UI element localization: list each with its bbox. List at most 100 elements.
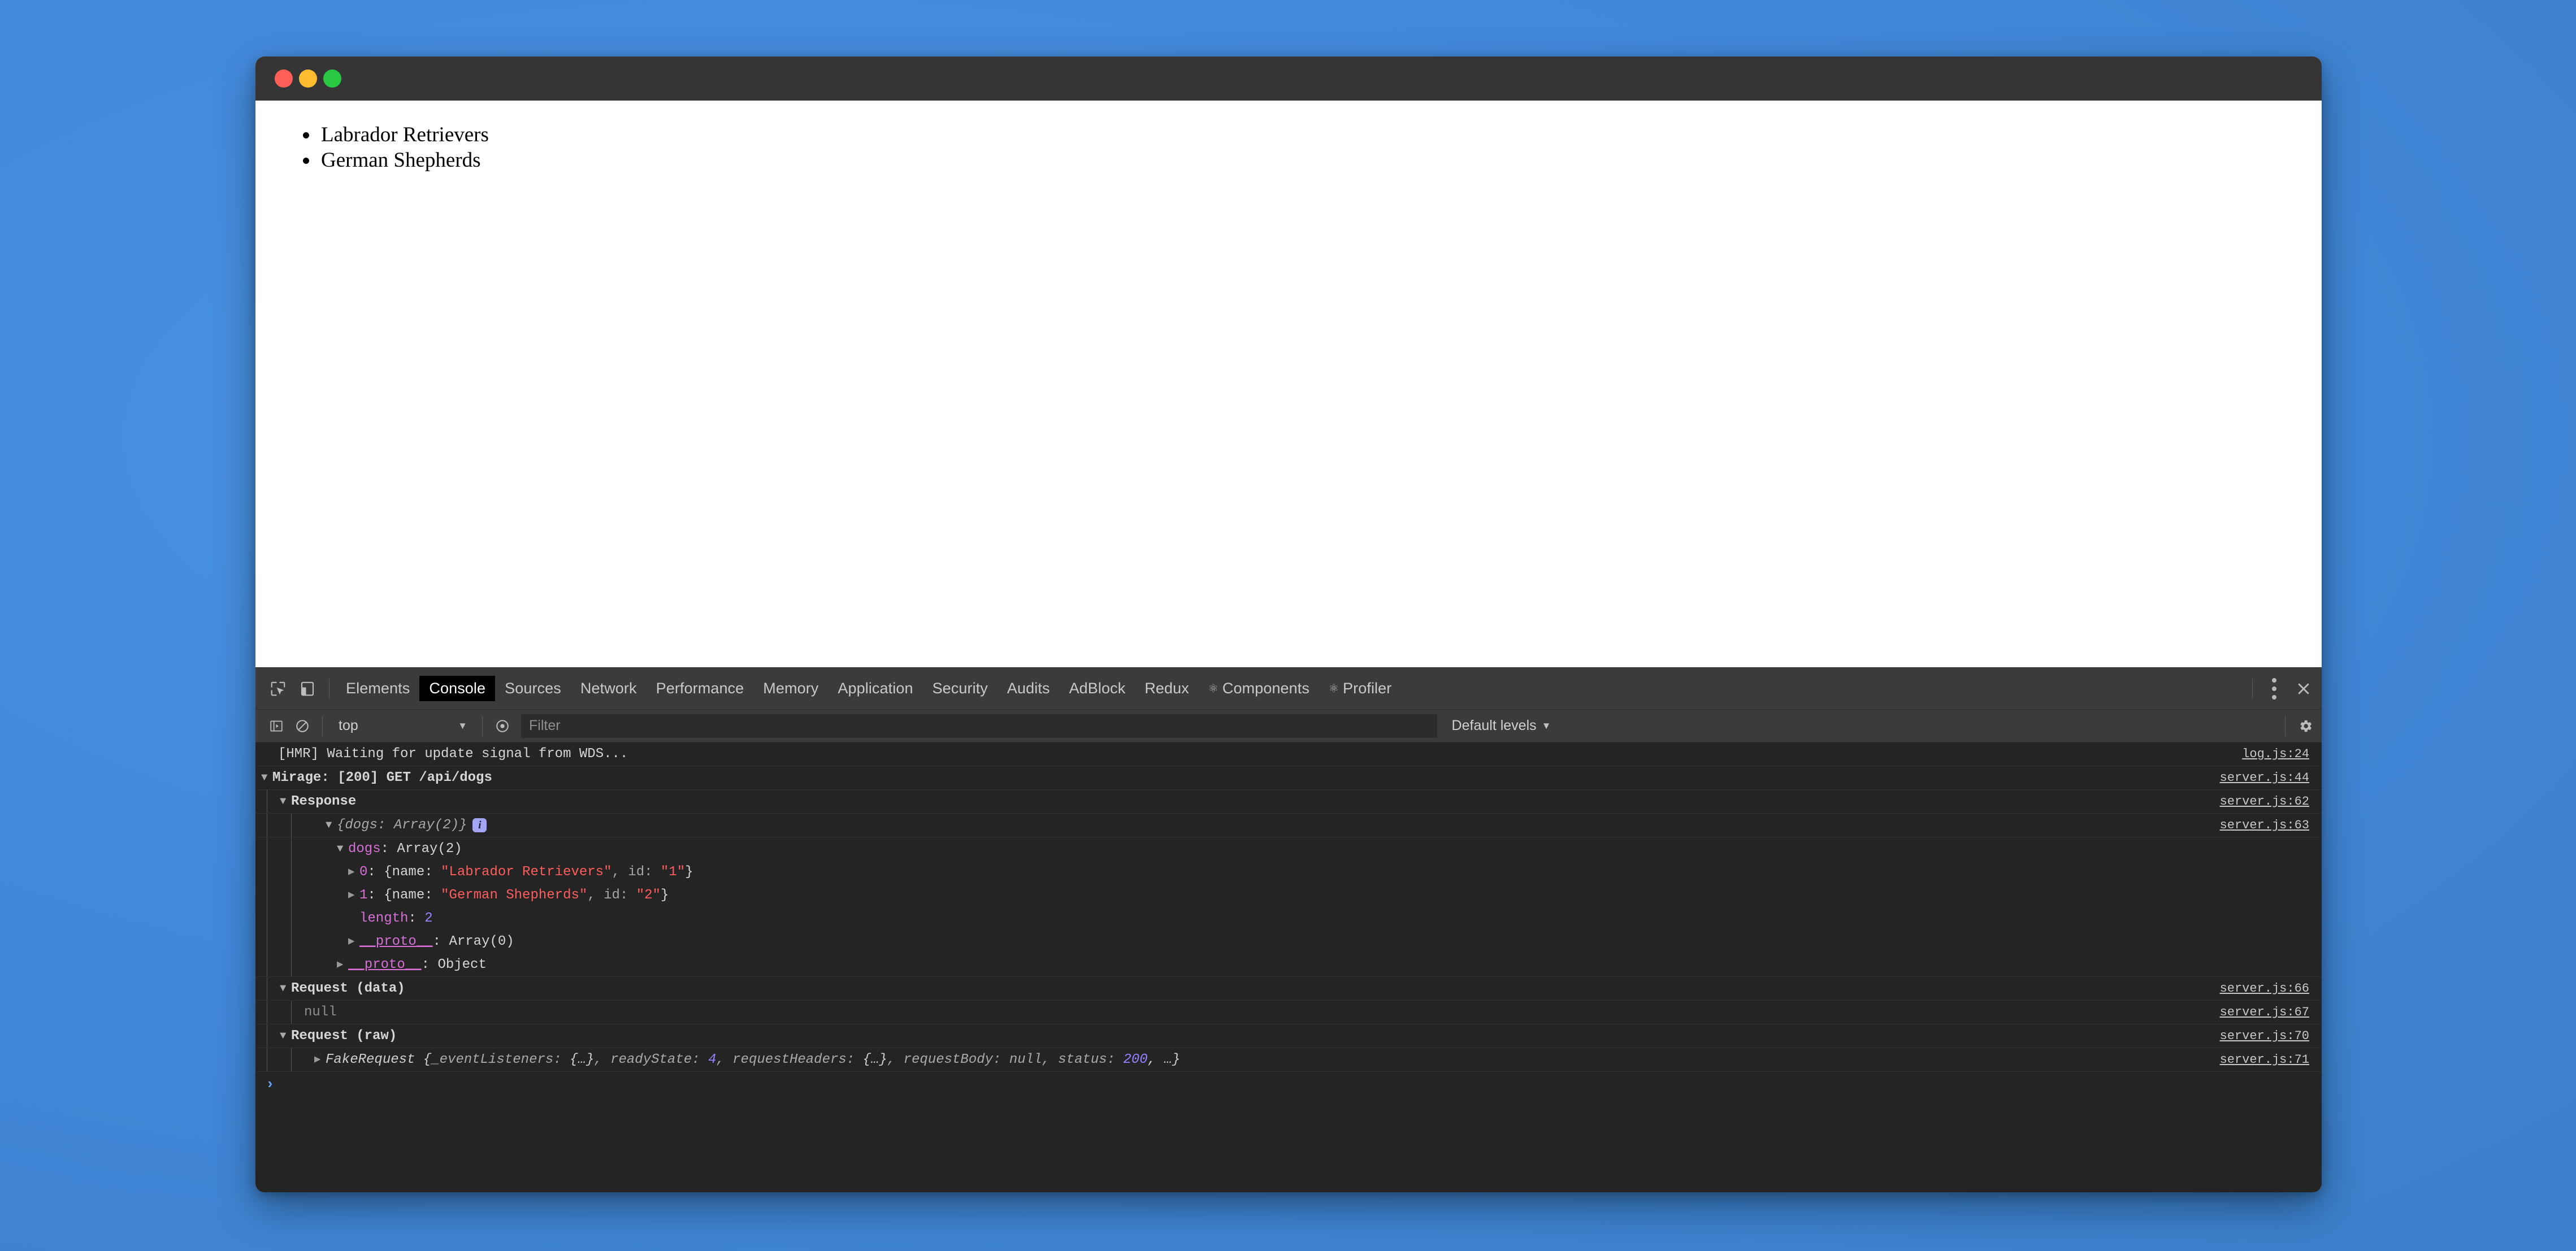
disclosure-triangle-icon[interactable]: ▼ xyxy=(280,790,291,813)
preview-ellipsis: , …} xyxy=(1147,1052,1181,1067)
prop-request-headers: , requestHeaders: xyxy=(716,1052,863,1067)
group-indent-guide xyxy=(291,1048,292,1071)
info-badge-icon[interactable]: i xyxy=(472,818,487,832)
tab-label: Network xyxy=(580,680,637,697)
chevron-down-icon: ▼ xyxy=(458,720,467,731)
browser-window: Labrador Retrievers German Shepherds Ele… xyxy=(255,57,2322,1192)
log-row-response-object[interactable]: ▼ {dogs: Array(2)} i server.js:63 xyxy=(255,814,2322,837)
log-message: Mirage: [200] GET /api/dogs xyxy=(272,770,492,785)
log-row-group-request-data[interactable]: ▼ Request (data) server.js:66 xyxy=(255,976,2322,1001)
log-row-request-data-value[interactable]: null server.js:67 xyxy=(255,1001,2322,1024)
disclosure-triangle-icon[interactable]: ▼ xyxy=(337,837,348,861)
minimize-window-button[interactable] xyxy=(299,70,317,88)
value-status: 200 xyxy=(1123,1052,1148,1067)
group-indent-guide xyxy=(291,953,292,976)
group-indent-guide xyxy=(291,884,292,907)
tab-network[interactable]: Network xyxy=(571,676,647,701)
source-link[interactable]: server.js:44 xyxy=(2220,766,2309,789)
source-link[interactable]: server.js:66 xyxy=(2220,977,2309,1000)
tab-redux[interactable]: Redux xyxy=(1135,676,1199,701)
log-row-array-proto[interactable]: ▶ __proto__ : Array(0) xyxy=(255,930,2322,953)
log-levels-select[interactable]: Default levels ▼ xyxy=(1443,718,1560,734)
source-link[interactable]: log.js:24 xyxy=(2242,742,2309,766)
device-toolbar-icon[interactable] xyxy=(293,674,322,703)
source-link[interactable]: server.js:71 xyxy=(2220,1048,2309,1071)
console-sidebar-icon[interactable] xyxy=(263,713,289,739)
tab-performance[interactable]: Performance xyxy=(647,676,754,701)
chevron-down-icon: ▼ xyxy=(1541,720,1551,731)
log-message: Request (raw) xyxy=(291,1028,397,1044)
console-filter-input[interactable] xyxy=(521,714,1437,738)
execution-context-select[interactable]: top ▼ xyxy=(329,713,475,739)
console-log-area[interactable]: [HMR] Waiting for update signal from WDS… xyxy=(255,742,2322,1192)
tab-console[interactable]: Console xyxy=(419,676,496,701)
tab-security[interactable]: Security xyxy=(923,676,998,701)
log-row-group-mirage[interactable]: ▼ Mirage: [200] GET /api/dogs server.js:… xyxy=(255,766,2322,790)
source-link[interactable]: server.js:67 xyxy=(2220,1001,2309,1024)
tab-application[interactable]: Application xyxy=(828,676,922,701)
log-row-dog-0[interactable]: ▶ 0 : {name: "Labrador Retrievers" , id:… xyxy=(255,861,2322,884)
log-row-object-proto[interactable]: ▶ __proto__ : Object xyxy=(255,953,2322,976)
disclosure-triangle-icon[interactable]: ▶ xyxy=(348,884,359,907)
prop-status: , status: xyxy=(1042,1052,1124,1067)
toolbar-divider xyxy=(2252,678,2253,699)
source-link[interactable]: server.js:63 xyxy=(2220,814,2309,837)
inspect-element-icon[interactable] xyxy=(263,674,293,703)
disclosure-triangle-icon[interactable]: ▼ xyxy=(326,814,337,837)
source-link[interactable]: server.js:62 xyxy=(2220,790,2309,813)
tab-adblock[interactable]: AdBlock xyxy=(1060,676,1135,701)
prompt-chevron-icon: › xyxy=(266,1076,275,1093)
log-row-length[interactable]: length : 2 xyxy=(255,907,2322,930)
value-ready-state: 4 xyxy=(708,1052,717,1067)
more-options-icon[interactable] xyxy=(2260,674,2289,703)
console-toolbar: top ▼ Default levels ▼ xyxy=(255,710,2322,742)
log-row-group-response[interactable]: ▼ Response server.js:62 xyxy=(255,790,2322,814)
log-row-fake-request[interactable]: ▶ FakeRequest { _eventListeners: {…} , r… xyxy=(255,1048,2322,1072)
tab-sources[interactable]: Sources xyxy=(495,676,571,701)
tab-label: Security xyxy=(932,680,988,697)
object-value: 2 xyxy=(424,911,433,926)
object-value: Array(0) xyxy=(449,934,514,949)
live-expression-icon[interactable] xyxy=(489,713,515,739)
tab-components[interactable]: ⚛ Components xyxy=(1199,676,1319,701)
array-index: 1 xyxy=(359,888,368,903)
disclosure-triangle-icon[interactable]: ▼ xyxy=(280,977,291,1000)
log-row-dogs-array[interactable]: ▼ dogs : Array(2) xyxy=(255,837,2322,861)
disclosure-triangle-icon[interactable]: ▶ xyxy=(314,1048,326,1071)
log-row[interactable]: [HMR] Waiting for update signal from WDS… xyxy=(255,742,2322,766)
group-indent-guide xyxy=(291,861,292,884)
disclosure-triangle-icon[interactable]: ▼ xyxy=(280,1024,291,1048)
prop-request-body: , requestBody: xyxy=(887,1052,1009,1067)
tab-memory[interactable]: Memory xyxy=(753,676,828,701)
log-row-dog-1[interactable]: ▶ 1 : {name: "German Shepherds" , id: "2… xyxy=(255,884,2322,907)
disclosure-triangle-icon[interactable]: ▼ xyxy=(261,766,272,789)
object-preview: {dogs: Array(2)} xyxy=(337,818,467,833)
tab-label: Performance xyxy=(656,680,744,697)
zoom-window-button[interactable] xyxy=(323,70,341,88)
tab-profiler[interactable]: ⚛ Profiler xyxy=(1319,676,1401,701)
disclosure-triangle-icon[interactable]: ▶ xyxy=(337,953,348,976)
close-devtools-icon[interactable] xyxy=(2289,674,2318,703)
log-message: Response xyxy=(291,794,357,809)
tab-audits[interactable]: Audits xyxy=(998,676,1060,701)
object-value: Array(2) xyxy=(397,841,462,857)
array-index: 0 xyxy=(359,865,368,880)
close-window-button[interactable] xyxy=(275,70,293,88)
prop-ready-state: , readyState: xyxy=(594,1052,708,1067)
log-message: null xyxy=(304,1005,337,1020)
log-row-group-request-raw[interactable]: ▼ Request (raw) server.js:70 xyxy=(255,1024,2322,1048)
tab-label: Profiler xyxy=(1343,680,1392,697)
tab-label: Redux xyxy=(1144,680,1189,697)
disclosure-triangle-icon[interactable]: ▶ xyxy=(348,861,359,884)
source-link[interactable]: server.js:70 xyxy=(2220,1024,2309,1048)
disclosure-triangle-icon[interactable]: ▶ xyxy=(348,930,359,953)
settings-gear-icon[interactable] xyxy=(2292,713,2318,739)
clear-console-icon[interactable] xyxy=(289,713,315,739)
tab-elements[interactable]: Elements xyxy=(336,676,419,701)
execution-context-value: top xyxy=(339,718,358,733)
object-key: __proto__ xyxy=(359,934,433,949)
group-indent-guide xyxy=(291,907,292,930)
console-input-prompt[interactable]: › xyxy=(255,1072,2322,1097)
tab-label: Audits xyxy=(1007,680,1050,697)
object-key: length xyxy=(359,911,409,926)
